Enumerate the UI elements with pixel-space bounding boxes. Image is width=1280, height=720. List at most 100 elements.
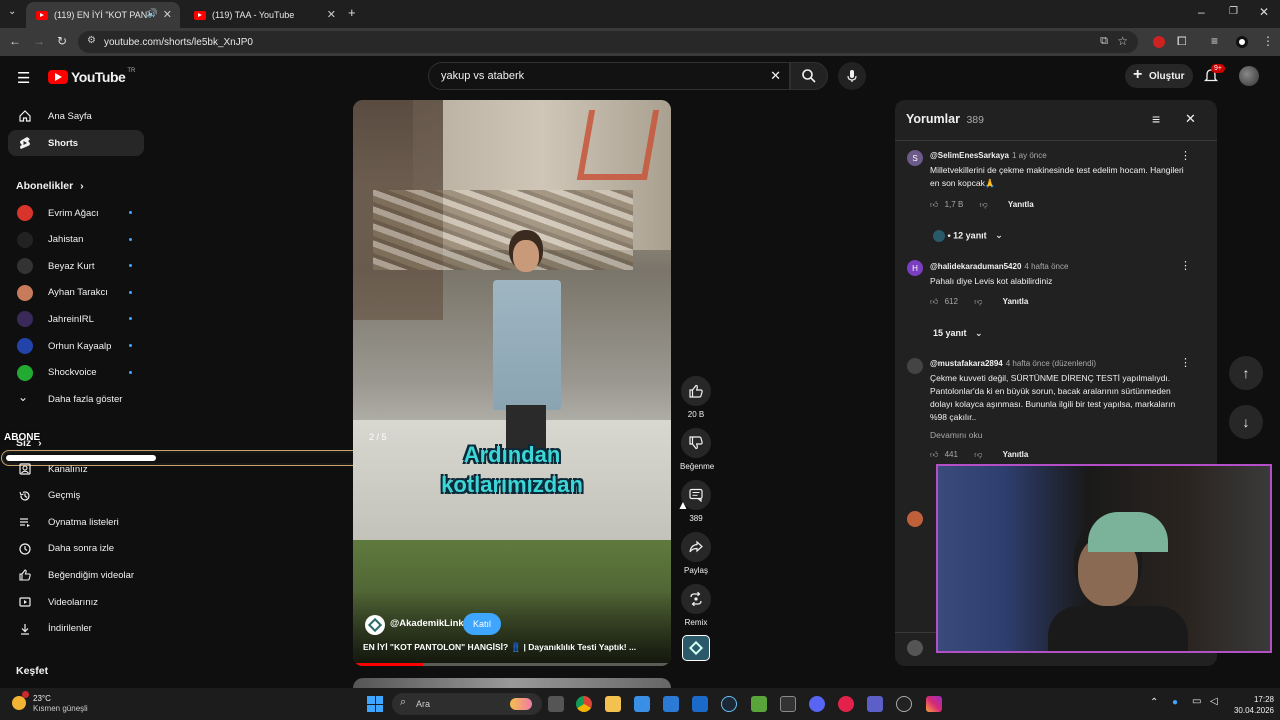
share-button[interactable]: Paylaş xyxy=(680,532,712,575)
teams-icon[interactable] xyxy=(867,696,883,712)
close-comments-icon[interactable]: ✕ xyxy=(1185,111,1196,127)
comment-input-avatar[interactable] xyxy=(907,640,923,656)
create-button[interactable]: + Oluştur xyxy=(1125,64,1193,88)
thumbs-up-icon[interactable]: 👍︎ xyxy=(930,297,938,306)
discord-icon[interactable] xyxy=(809,696,825,712)
mail-icon[interactable] xyxy=(663,696,679,712)
comment-avatar[interactable]: H xyxy=(907,260,923,276)
app-icon[interactable] xyxy=(780,696,796,712)
network-icon[interactable]: ▭ xyxy=(1192,696,1201,707)
join-button[interactable]: Katıl xyxy=(463,613,501,635)
install-icon[interactable]: ⧉ xyxy=(1100,35,1108,48)
system-tray-chevron-icon[interactable]: ⌃ xyxy=(1150,697,1158,708)
minimize-icon[interactable]: – xyxy=(1198,5,1205,19)
notifications-button[interactable]: 9+ xyxy=(1203,64,1225,86)
extension-icon[interactable] xyxy=(1153,36,1165,48)
media-control-icon[interactable]: ≡ xyxy=(1211,34,1218,48)
comment-author[interactable]: @halidekaraduman5420 4 hafta önce xyxy=(930,262,1068,271)
voice-search-button[interactable] xyxy=(838,62,866,90)
extensions-puzzle-icon[interactable]: ⧠ xyxy=(1177,34,1187,49)
comment-author[interactable]: @SelimEnesSarkaya 1 ay önce xyxy=(930,151,1047,160)
sidebar-subscription-item[interactable]: Ayhan Tarakcı xyxy=(8,280,144,306)
tab-close-icon[interactable]: ✕ xyxy=(327,8,336,21)
site-info-icon[interactable]: ⚙ xyxy=(87,35,96,46)
desktop-app-icon[interactable] xyxy=(634,696,650,712)
thumbs-down-icon[interactable]: 👎︎ xyxy=(974,297,982,306)
sidebar-subscription-item[interactable]: Evrim Ağacı xyxy=(8,200,144,226)
taskbar-search[interactable]: ⌕ Ara xyxy=(392,693,542,715)
mic-tray-icon[interactable]: ● xyxy=(1172,697,1178,708)
instagram-icon[interactable] xyxy=(926,696,942,712)
reload-icon[interactable]: ↻ xyxy=(57,34,67,48)
thumbs-up-button[interactable]: 20 B xyxy=(680,376,712,419)
file-explorer-icon[interactable] xyxy=(605,696,621,712)
media-player-icon[interactable] xyxy=(838,696,854,712)
clock[interactable]: 17:28 30.04.2026 xyxy=(1228,694,1274,716)
show-more-button[interactable]: ⌄ Daha fazla göster xyxy=(8,386,144,412)
sidebar-subscription-item[interactable]: Shockvoice xyxy=(8,360,144,386)
back-icon[interactable]: ← xyxy=(9,34,21,48)
comment-avatar[interactable] xyxy=(907,511,923,527)
next-short-button[interactable]: ↓ xyxy=(1229,405,1263,439)
thumbs-up-icon[interactable]: 👍︎ xyxy=(930,450,938,459)
window-close-icon[interactable]: ✕ xyxy=(1259,5,1269,19)
volume-icon[interactable]: ◁ xyxy=(1210,696,1218,707)
comment-author[interactable]: @mustafakara2894 4 hafta önce (düzenlendi… xyxy=(930,359,1096,368)
maximize-icon[interactable]: ❐ xyxy=(1229,6,1238,17)
tab-list-icon[interactable]: ⌄ xyxy=(8,6,16,17)
steam-icon[interactable] xyxy=(721,696,737,712)
new-tab-icon[interactable]: + xyxy=(348,5,356,20)
comment-menu-icon[interactable]: ⋮ xyxy=(1180,356,1191,369)
start-button[interactable] xyxy=(367,696,383,712)
task-view-icon[interactable] xyxy=(548,696,564,712)
minecraft-icon[interactable] xyxy=(751,696,767,712)
read-more-link[interactable]: Devamını oku xyxy=(930,430,982,440)
comment-avatar[interactable]: S xyxy=(907,150,923,166)
sidebar-subscription-item[interactable]: Orhun Kayaalp xyxy=(8,333,144,359)
clear-search-icon[interactable]: ✕ xyxy=(770,68,781,84)
obs-icon[interactable] xyxy=(896,696,912,712)
tab-close-icon[interactable]: ✕ xyxy=(163,8,172,21)
subscriptions-header[interactable]: Abonelikler › xyxy=(16,180,84,192)
user-avatar[interactable] xyxy=(1239,66,1259,86)
comment-menu-icon[interactable]: ⋮ xyxy=(1180,259,1191,272)
youtube-logo[interactable]: YouTube TR xyxy=(48,68,135,85)
tab-inactive[interactable]: (119) TAA - YouTube ✕ xyxy=(184,2,344,28)
forward-icon[interactable]: → xyxy=(33,34,45,48)
outlook-icon[interactable] xyxy=(692,696,708,712)
weather-widget[interactable]: 23°C Kısmen güneşli xyxy=(33,694,88,714)
sidebar-item-shorts[interactable]: Shorts xyxy=(8,130,144,156)
thumbs-up-icon[interactable]: 👍︎ xyxy=(930,200,938,209)
video-title[interactable]: EN İYİ "KOT PANTOLON" HANGİSİ? 👖 | Dayan… xyxy=(363,642,663,653)
sidebar-item-channel[interactable]: Kanalınız xyxy=(8,456,144,482)
bookmark-star-icon[interactable]: ☆ xyxy=(1117,34,1128,48)
replies-toggle[interactable]: 15 yanıt ⌄ xyxy=(933,328,983,339)
comment-menu-icon[interactable]: ⋮ xyxy=(1180,149,1191,162)
reply-button[interactable]: Yanıtla xyxy=(1003,297,1029,306)
sidebar-subscription-item[interactable]: Beyaz Kurt xyxy=(8,253,144,279)
replies-toggle[interactable]: • 12 yanıt ⌄ xyxy=(933,230,1003,242)
sidebar-item-history[interactable]: Geçmiş xyxy=(8,483,144,509)
sidebar-item-clock[interactable]: Daha sonra izle xyxy=(8,536,144,562)
video-progress-track[interactable] xyxy=(353,663,671,666)
reply-button[interactable]: Yanıtla xyxy=(1008,200,1034,209)
sort-icon[interactable]: ≡ xyxy=(1152,111,1160,127)
profile-avatar-icon[interactable] xyxy=(1236,36,1248,48)
comment-avatar[interactable] xyxy=(907,358,923,374)
previous-short-button[interactable]: ↑ xyxy=(1229,356,1263,390)
sidebar-subscription-item[interactable]: JahreinIRL xyxy=(8,306,144,332)
chrome-icon[interactable] xyxy=(576,696,592,712)
sidebar-item-home[interactable]: Ana Sayfa xyxy=(8,103,144,129)
thumbs-down-button[interactable]: Beğenme xyxy=(680,428,714,471)
remix-button[interactable]: Remix xyxy=(680,584,712,627)
reply-button[interactable]: Yanıtla xyxy=(1003,450,1029,459)
url-bar[interactable]: ⚙ youtube.com/shorts/le5bk_XnJP0 ⧉ ☆ xyxy=(78,31,1138,53)
tab-active[interactable]: (119) EN İYİ "KOT PANTOLON" 🔊 ✕ xyxy=(26,2,180,28)
channel-avatar[interactable] xyxy=(365,615,385,635)
sidebar-item-playlist[interactable]: Oynatma listeleri xyxy=(8,509,144,535)
sound-avatar[interactable] xyxy=(682,635,710,661)
thumbs-down-icon[interactable]: 👎︎ xyxy=(980,200,988,209)
sidebar-subscription-item[interactable]: Jahistan xyxy=(8,227,144,253)
weather-icon[interactable] xyxy=(12,696,26,710)
sidebar-item-download[interactable]: İndirilenler xyxy=(8,616,144,642)
